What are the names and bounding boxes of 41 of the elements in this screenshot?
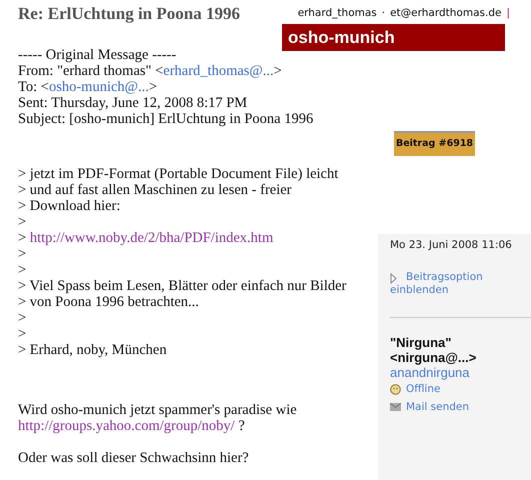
header-line: Subject: [osho-munich] ErlUchtung in Poona 1996 [18, 111, 314, 127]
link[interactable]: osho-munich@... [48, 79, 149, 95]
quote-line: > Erhard, noby, München [18, 342, 167, 358]
quote-line: > von Poona 1996 betrachten... [18, 294, 199, 310]
quote-line: > jetzt im PDF-Format (Portable Document File) leicht [18, 166, 338, 182]
quote-line: > [18, 246, 26, 262]
quote-line: > [18, 214, 26, 230]
author-username[interactable]: anandnirguna [378, 364, 470, 380]
send-mail-link[interactable]: Mail senden [406, 400, 470, 416]
quote-line: > http://www.noby.de/2/bha/PDF/index.htm [18, 230, 274, 246]
header-line: ----- Original Message ----- [18, 47, 176, 63]
triangle-icon [390, 272, 397, 284]
author-name: "Nirguna" [390, 334, 452, 350]
quote-line: > [18, 262, 26, 278]
reply-line: Oder was soll dieser Schwachsinn hier? [18, 450, 249, 466]
user-name[interactable]: erhard_thomas [298, 5, 377, 21]
separator: · [382, 6, 386, 21]
header-line: From: "erhard thomas" <erhard_thomas@...> [18, 63, 282, 79]
reply-line: http://groups.yahoo.com/group/noby/ ? [18, 418, 245, 434]
group-banner: osho-munich [282, 24, 505, 51]
message-title: Re: ErlUchtung in Poona 1996 [18, 3, 240, 25]
status-face-icon [390, 384, 401, 396]
quote-line: > [18, 326, 26, 342]
link[interactable]: erhard_thomas@... [163, 63, 274, 79]
header-line: To: <osho-munich@...> [18, 79, 158, 95]
quote-line: > [18, 310, 26, 326]
link[interactable]: http://groups.yahoo.com/group/noby/ [18, 418, 235, 434]
link[interactable]: http://www.noby.de/2/bha/PDF/index.htm [30, 230, 274, 246]
status-text: Offline [406, 382, 440, 397]
user-email[interactable]: et@erhardthomas.de [390, 5, 502, 21]
post-number-badge: Beitrag #6918 [394, 131, 475, 156]
quote-line: > Viel Spass beim Lesen, Blätter oder einfach nur Bilder [18, 278, 346, 294]
quote-line: > Download hier: [18, 198, 120, 214]
header-line: Sent: Thursday, June 12, 2008 8:17 PM [18, 95, 248, 111]
author-email: <nirguna@...> [390, 350, 476, 365]
quote-line: > und auf fast allen Maschinen zu lesen - freier [18, 182, 292, 198]
envelope-icon [390, 403, 401, 412]
post-options-link[interactable]: Beitragsoption einblenden [378, 270, 498, 297]
divider-mark: | [506, 6, 510, 21]
post-date: Mo 23. Juni 2008 11:06 [389, 238, 513, 253]
reply-line: Wird osho-munich jetzt spammer's paradise wie [18, 402, 297, 418]
